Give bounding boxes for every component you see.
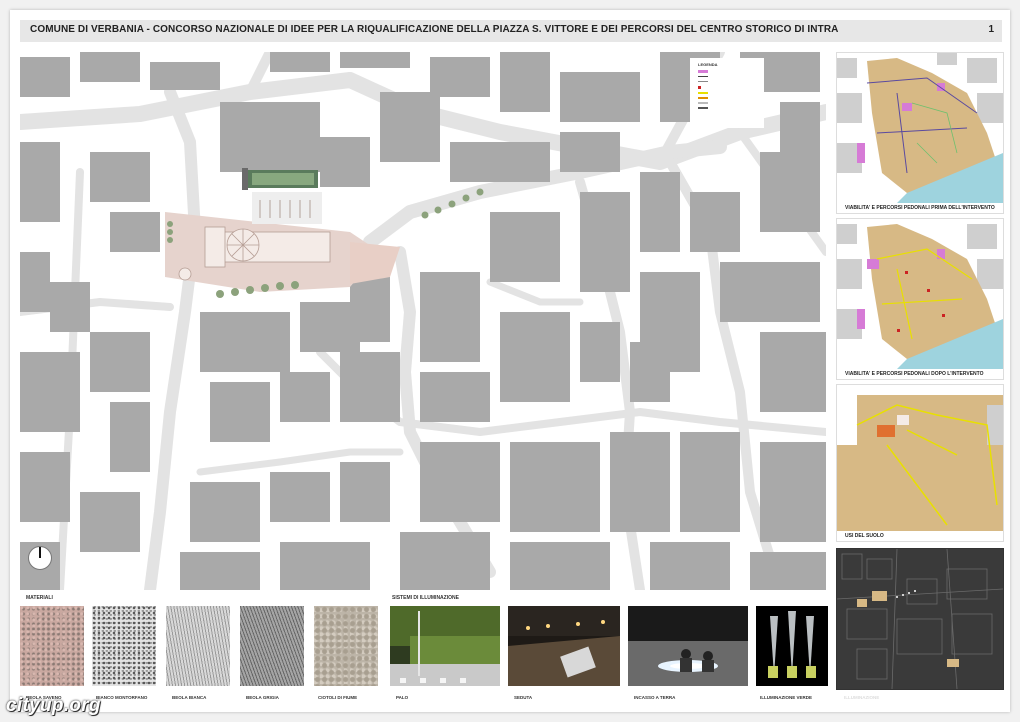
material-swatch-bianco-montorfano	[92, 606, 156, 686]
material-swatch-beola-grigia	[240, 606, 304, 686]
materials-label: MATERIALI	[26, 595, 53, 601]
page-number: 1	[988, 24, 994, 35]
material-swatch-beola-saveno	[20, 606, 84, 686]
page-title: COMUNE DI VERBANIA - CONCORSO NAZIONALE …	[30, 24, 839, 35]
material-swatch-beola-bianca	[166, 606, 230, 686]
lighting-label: SISTEMI DI ILLUMINAZIONE	[392, 595, 459, 601]
thumbnail-caption: VIABILITA' E PERCORSI PEDONALI PRIMA DEL…	[845, 205, 995, 211]
photo-illuminazione-verde	[756, 606, 828, 686]
material-caption: BEOLA BIANCA	[172, 695, 207, 700]
lighting-caption: ILLUMINAZIONE VERDE	[760, 695, 813, 700]
thumbnail-caption: ILLUMINAZIONE	[844, 695, 880, 700]
lighting-caption: INCASSO A TERRA	[634, 695, 676, 700]
lighting-caption: SEDUTA	[514, 695, 533, 700]
thumbnail-caption: USI DEL SUOLO	[845, 533, 884, 539]
thumbnail-illumination[interactable]	[836, 548, 1004, 690]
legend-title: LEGENDA	[698, 62, 718, 67]
material-swatch-ciotoli-di-fiume	[314, 606, 378, 686]
photo-seduta	[508, 606, 620, 686]
north-arrow-icon	[28, 546, 52, 570]
watermark-text: cityup.org	[6, 695, 101, 716]
photo-incasso-a-terra	[628, 606, 748, 686]
thumbnail-land-use[interactable]: USI DEL SUOLO	[836, 384, 1004, 542]
material-caption: BEOLA GRIGIA	[246, 695, 279, 700]
material-caption: CIOTOLI DI FIUME	[318, 695, 358, 700]
lighting-caption: PALO	[396, 695, 409, 700]
thumbnail-caption: VIABILITA' E PERCORSI PEDONALI DOPO L'IN…	[845, 371, 984, 377]
thumbnail-viability-after[interactable]: VIABILITA' E PERCORSI PEDONALI DOPO L'IN…	[836, 218, 1004, 380]
main-site-plan[interactable]: LEGENDA	[20, 52, 826, 590]
photo-palo	[390, 606, 500, 686]
thumbnail-viability-before[interactable]: VIABILITA' E PERCORSI PEDONALI PRIMA DEL…	[836, 52, 1004, 214]
header-bar: COMUNE DI VERBANIA - CONCORSO NAZIONALE …	[20, 20, 1002, 42]
material-caption: BIANCO MONTORFANO	[96, 695, 148, 700]
